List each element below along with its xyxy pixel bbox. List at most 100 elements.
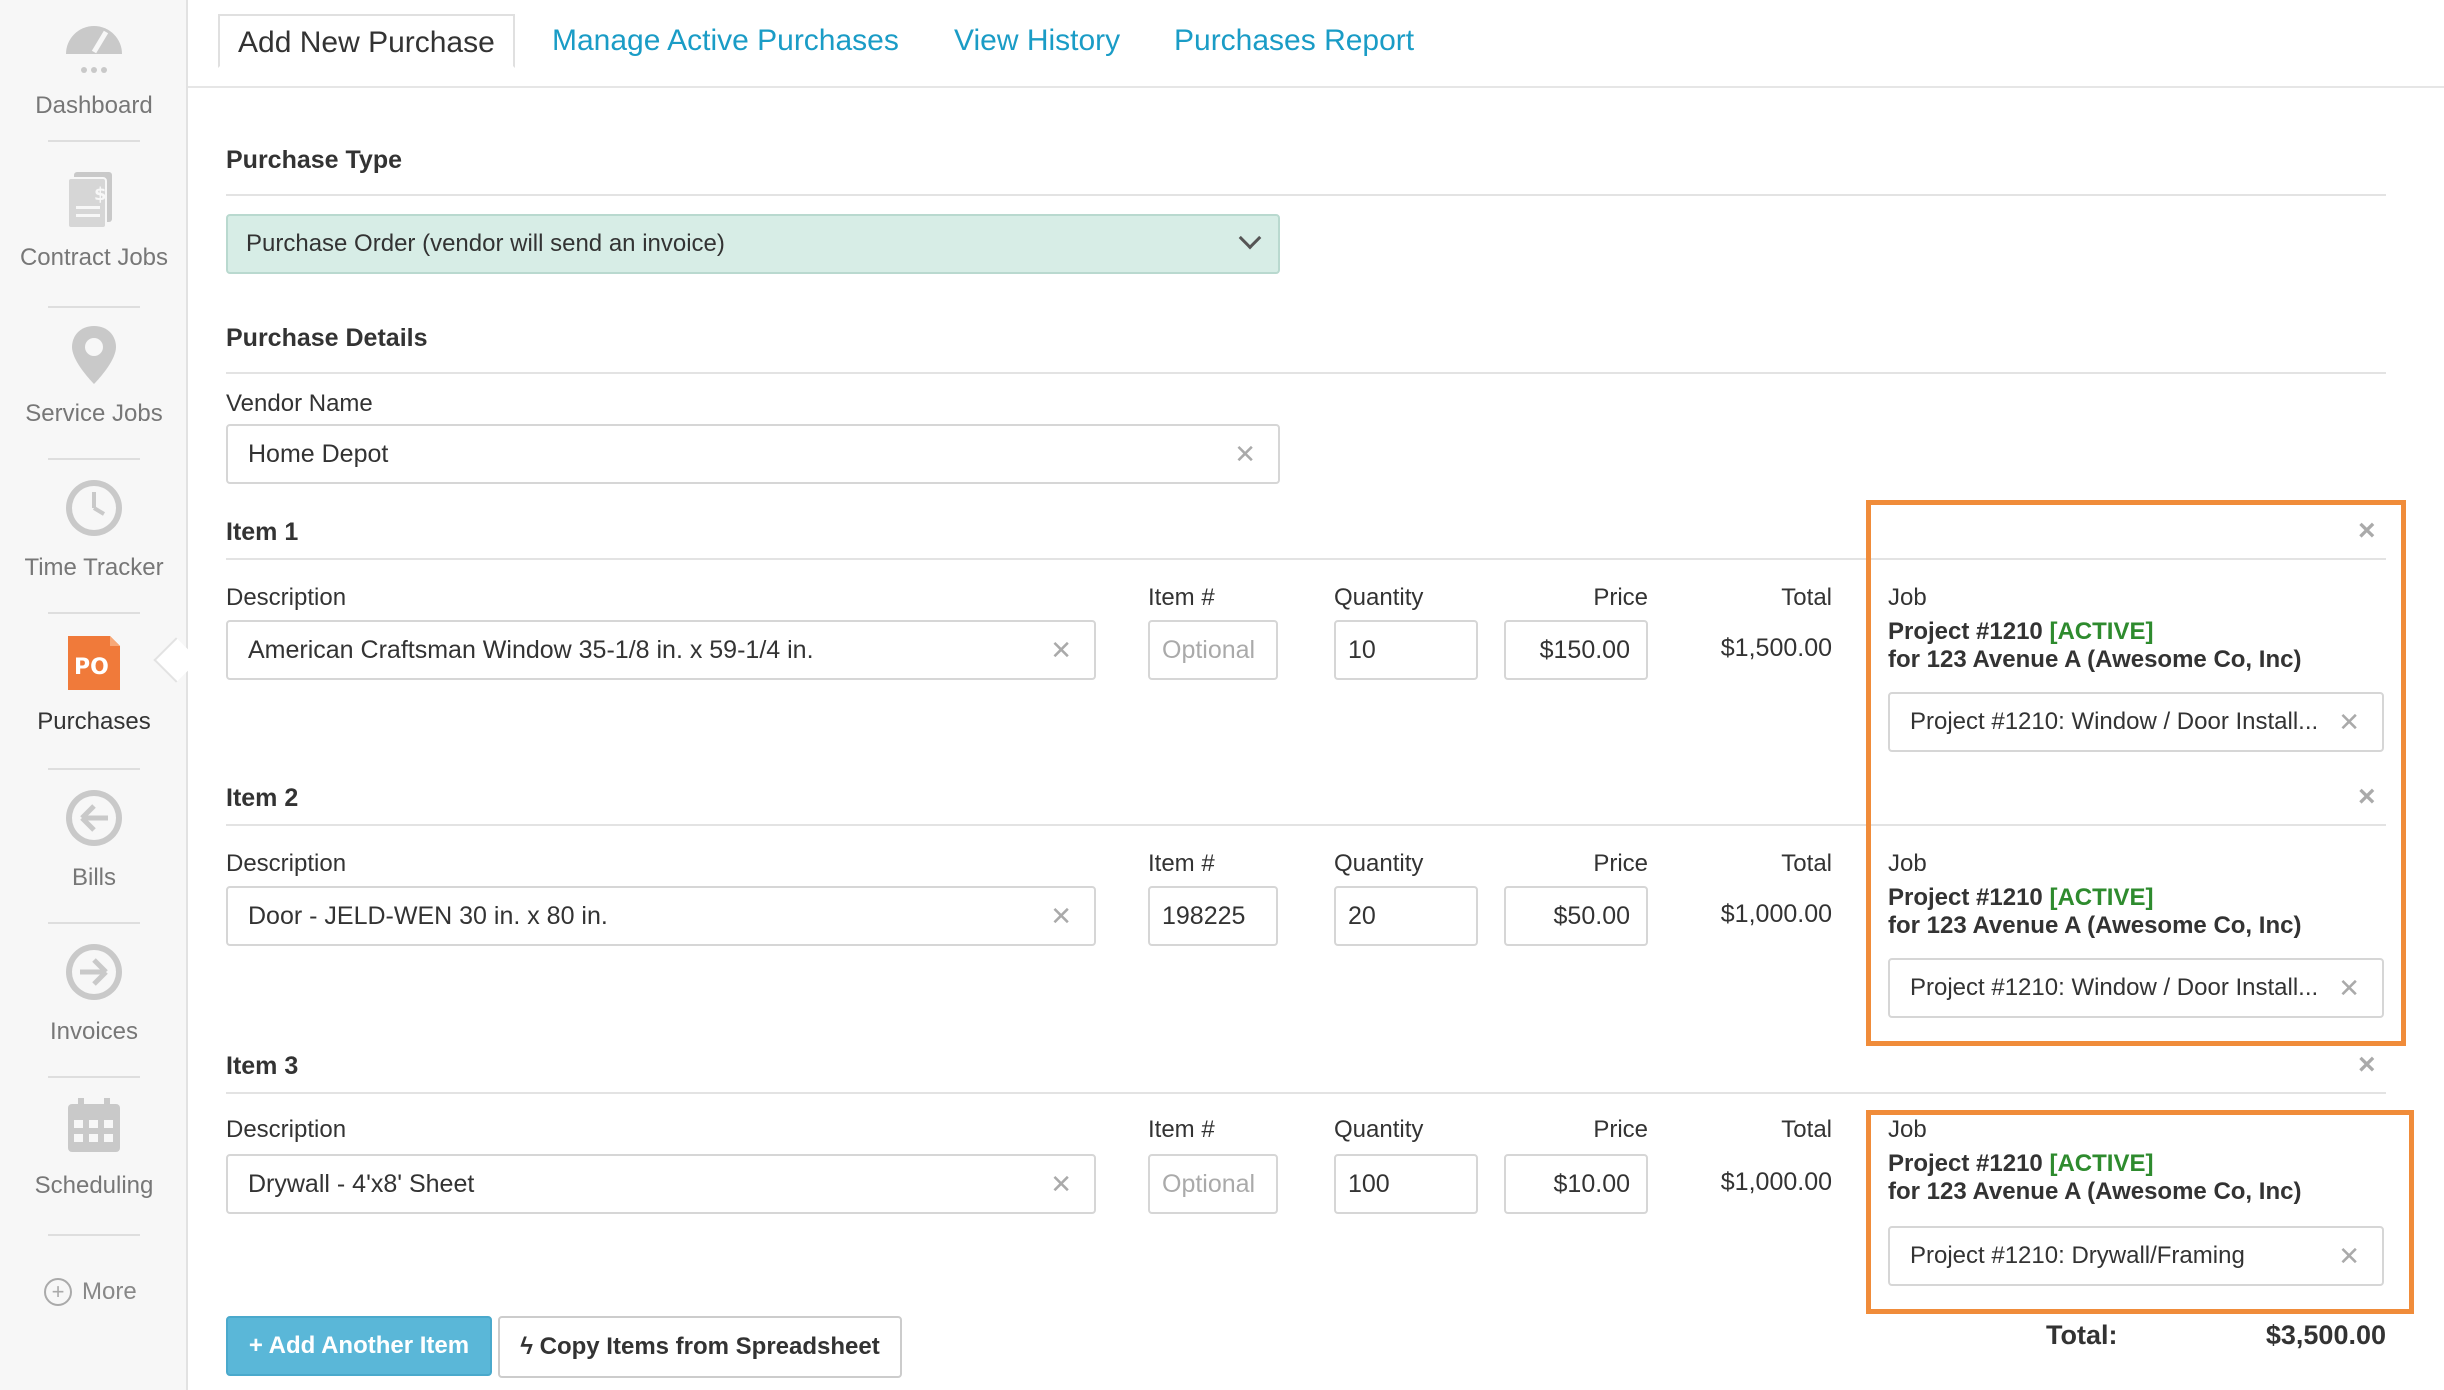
nav-divider [48,1234,140,1236]
vendor-name-label: Vendor Name [226,390,373,417]
sidebar-item-label: Bills [71,864,116,891]
clear-icon[interactable]: ✕ [1234,426,1256,482]
item-no-label: Item # [1148,850,1215,877]
tab-add-new-purchase[interactable]: Add New Purchase [218,14,515,68]
remove-item-icon[interactable]: × [2358,1048,2376,1082]
copy-items-button[interactable]: ϟ Copy Items from Spreadsheet [498,1316,902,1378]
divider [226,1092,1872,1094]
item-no-field[interactable]: Optional [1148,620,1278,680]
clock-icon [66,480,122,536]
nav-divider [48,612,140,614]
sidebar-item-label: Scheduling [34,1172,154,1199]
dashboard-gauge-icon [66,26,122,73]
tab-manage-active-purchases[interactable]: Manage Active Purchases [552,14,899,68]
item-title: Item 3 [226,1052,299,1080]
item-title: Item 2 [226,784,299,812]
purchase-type-value: Purchase Order (vendor will send an invo… [246,230,725,257]
clear-icon[interactable]: ✕ [1050,888,1072,944]
item-no-field[interactable]: 198225 [1148,886,1278,946]
quantity-field[interactable]: 20 [1334,886,1478,946]
grand-total-label: Total: [2046,1320,2118,1350]
description-value: Door - JELD-WEN 30 in. x 80 in. [248,902,608,930]
map-pin-icon [72,326,116,384]
grand-total-value: $3,500.00 [2265,1320,2386,1350]
item-title: Item 1 [226,518,299,546]
sidebar-item-label: Invoices [49,1018,139,1045]
total-label: Total [1781,1116,1832,1143]
nav-divider [48,306,140,308]
quantity-field[interactable]: 10 [1334,620,1478,680]
divider [1872,1092,2386,1094]
nav-divider [48,140,140,142]
description-label: Description [226,1116,347,1143]
description-value: Drywall - 4'x8' Sheet [248,1170,475,1198]
nav-divider [48,1076,140,1078]
sidebar-item-label: Dashboard [35,92,153,119]
line-total: $1,000.00 [1720,1168,1832,1196]
description-field[interactable]: Drywall - 4'x8' Sheet ✕ [226,1154,1096,1214]
copy-items-label: Copy Items from Spreadsheet [539,1333,880,1360]
sidebar-item-contract-jobs[interactable]: $ Contract Jobs [0,166,188,272]
document-dollar-icon: $ [67,172,112,229]
purchase-type-heading: Purchase Type [226,146,403,174]
sidebar-item-dashboard[interactable]: Dashboard [0,14,188,120]
vendor-name-value: Home Depot [248,440,389,468]
sidebar-nav: Dashboard $ Contract Jobs Service Jobs T… [0,0,188,1390]
divider [226,824,1872,826]
divider [226,372,2386,374]
sidebar-item-label: Service Jobs [25,400,163,427]
tab-view-history[interactable]: View History [954,14,1120,68]
highlight-box-item-3 [1866,1110,2414,1314]
total-label: Total [1781,584,1832,611]
price-field[interactable]: $150.00 [1504,620,1648,680]
calendar-icon [68,1098,120,1152]
quantity-label: Quantity [1334,584,1424,611]
item-no-field[interactable]: Optional [1148,1154,1278,1214]
arrow-right-circle-icon [66,944,122,1000]
sidebar-item-service-jobs[interactable]: Service Jobs [0,322,188,428]
purchase-details-heading: Purchase Details [226,324,428,352]
arrow-left-circle-icon [66,790,122,846]
divider [226,194,2386,196]
line-total: $1,500.00 [1720,634,1832,662]
tab-purchases-report[interactable]: Purchases Report [1174,14,1414,68]
quantity-label: Quantity [1334,1116,1424,1143]
sidebar-item-bills[interactable]: Bills [0,786,188,892]
po-badge-text: PO [74,655,109,680]
purchase-type-select[interactable]: Purchase Order (vendor will send an invo… [226,214,1280,274]
quantity-label: Quantity [1334,850,1424,877]
item-no-label: Item # [1148,584,1215,611]
highlight-box-items-1-2 [1866,500,2406,1046]
sidebar-item-purchases[interactable]: PO Purchases [0,630,188,736]
sidebar-item-scheduling[interactable]: Scheduling [0,1094,188,1200]
add-another-item-button[interactable]: + Add Another Item [226,1316,492,1376]
nav-divider [48,922,140,924]
sidebar-more[interactable]: + More [44,1278,137,1306]
description-label: Description [226,850,347,877]
item-no-label: Item # [1148,1116,1215,1143]
more-label: More [82,1278,137,1305]
plus-circle-icon: + [44,1278,72,1306]
price-label: Price [1593,584,1648,611]
tab-bar: Add New Purchase Manage Active Purchases… [188,0,2444,88]
clear-icon[interactable]: ✕ [1050,1156,1072,1212]
nav-divider [48,768,140,770]
sidebar-item-time-tracker[interactable]: Time Tracker [0,476,188,582]
quantity-field[interactable]: 100 [1334,1154,1478,1214]
clear-icon[interactable]: ✕ [1050,622,1072,678]
description-label: Description [226,584,347,611]
sidebar-item-label: Purchases [37,708,151,735]
description-field[interactable]: Door - JELD-WEN 30 in. x 80 in. ✕ [226,886,1096,946]
description-value: American Craftsman Window 35-1/8 in. x 5… [248,636,814,664]
line-total: $1,000.00 [1720,900,1832,928]
description-field[interactable]: American Craftsman Window 35-1/8 in. x 5… [226,620,1096,680]
chevron-down-icon [1238,226,1262,250]
vendor-name-field[interactable]: Home Depot ✕ [226,424,1280,484]
sidebar-item-invoices[interactable]: Invoices [0,940,188,1046]
price-field[interactable]: $50.00 [1504,886,1648,946]
price-label: Price [1593,1116,1648,1143]
divider [226,558,1872,560]
total-label: Total [1781,850,1832,877]
price-field[interactable]: $10.00 [1504,1154,1648,1214]
nav-divider [48,458,140,460]
